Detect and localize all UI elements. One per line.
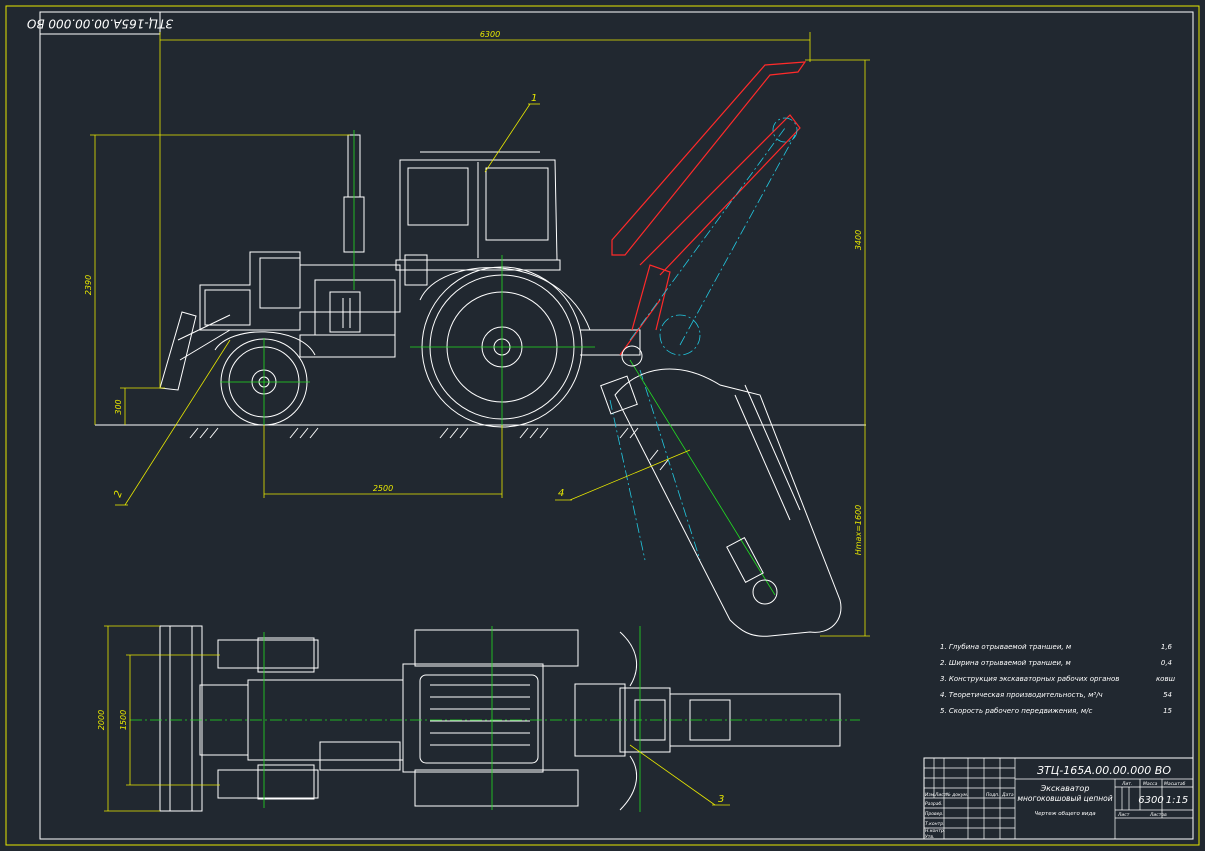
- mass-label: Масса: [1143, 781, 1158, 787]
- dim-clearance: 300: [114, 399, 123, 414]
- plan-view: 2000 1500 3: [97, 625, 860, 812]
- callout-1: 1: [531, 93, 537, 104]
- spec-value-5: 15: [1163, 707, 1172, 715]
- dim-height-left: 2390: [84, 275, 93, 295]
- mass-value: 6300: [1138, 795, 1163, 806]
- row-label-nkontr: Н.контр.: [925, 828, 945, 834]
- row-label-razrab: Разраб.: [925, 801, 943, 807]
- scale-label: Масштаб: [1164, 781, 1186, 787]
- dim-plan-width-outer: 2000: [97, 710, 106, 730]
- dim-height-right: 3400: [854, 230, 863, 250]
- lit-label: Лит.: [1121, 781, 1132, 787]
- callout-4: 4: [558, 488, 564, 499]
- col-label-date: Дата: [1001, 792, 1014, 798]
- spec-label-1: 1. Глубина отрываемой траншеи, м: [940, 643, 1072, 651]
- designation: ЗТЦ-165А.00.00.000 ВО: [1037, 764, 1171, 777]
- specs-list: 1. Глубина отрываемой траншеи, м 1,6 2. …: [940, 643, 1176, 715]
- scale-value: 1:15: [1166, 795, 1188, 806]
- col-label-sign: Подп.: [986, 792, 1000, 798]
- side-dimensions: 6300 2390 300 3400 Hmax=1600 2500: [84, 30, 870, 637]
- col-label-list: Лист: [934, 792, 947, 798]
- ground-hatch: [189, 427, 669, 471]
- row-label-tkontr: Т.контр.: [925, 821, 945, 827]
- title-line-2: многоковшовый цепной: [1017, 794, 1112, 803]
- working-boom: [600, 345, 842, 637]
- spec-label-2: 2. Ширина отрываемой траншеи, м: [940, 659, 1072, 667]
- spec-value-4: 54: [1163, 691, 1172, 699]
- row-label-prover: Провер.: [925, 811, 944, 817]
- cad-drawing: ЗТЦ-165А.00.00.000 ВО 6300 2390 300 3400…: [5, 5, 1200, 846]
- col-label-izm: Изм.: [925, 792, 936, 798]
- rotated-stamp-text: ЗТЦ-165А.00.00.000 ВО: [27, 17, 173, 31]
- raised-position-outline: [611, 61, 807, 356]
- title-line-3: Чертеж общего вида: [1034, 811, 1096, 817]
- title-line-1: Экскаватор: [1040, 784, 1090, 793]
- spec-label-3: 3. Конструкция экскаваторных рабочих орг…: [940, 675, 1119, 683]
- sheets-label: Листов: [1149, 812, 1167, 818]
- spec-label-4: 4. Теоретическая производительность, м³/…: [940, 691, 1103, 699]
- dim-plan-width-inner: 1500: [119, 710, 128, 730]
- col-label-doc: № докум.: [945, 792, 968, 798]
- side-view: 6300 2390 300 3400 Hmax=1600 2500 1 2 4: [84, 30, 870, 637]
- callout-3: 3: [718, 794, 724, 805]
- rotated-stamp: ЗТЦ-165А.00.00.000 ВО: [27, 11, 173, 35]
- dim-wheelbase: 2500: [373, 484, 393, 493]
- spec-value-3: ковш: [1156, 675, 1176, 683]
- spec-value-2: 0,4: [1161, 659, 1172, 667]
- sheet-label: Лист: [1117, 812, 1130, 818]
- row-label-utv: Утв.: [925, 834, 934, 840]
- dim-overall-length: 6300: [480, 30, 500, 39]
- callouts-side: 1 2 4: [112, 93, 691, 506]
- spec-label-5: 5. Скорость рабочего передвижения, м/с: [940, 707, 1092, 715]
- title-block: Изм. Лист № докум. Подп. Дата Разраб. Пр…: [923, 757, 1194, 840]
- cab-slats: [430, 684, 530, 746]
- spec-value-1: 1,6: [1161, 643, 1173, 651]
- dim-depth: Hmax=1600: [854, 505, 863, 556]
- callout-2: 2: [112, 489, 125, 499]
